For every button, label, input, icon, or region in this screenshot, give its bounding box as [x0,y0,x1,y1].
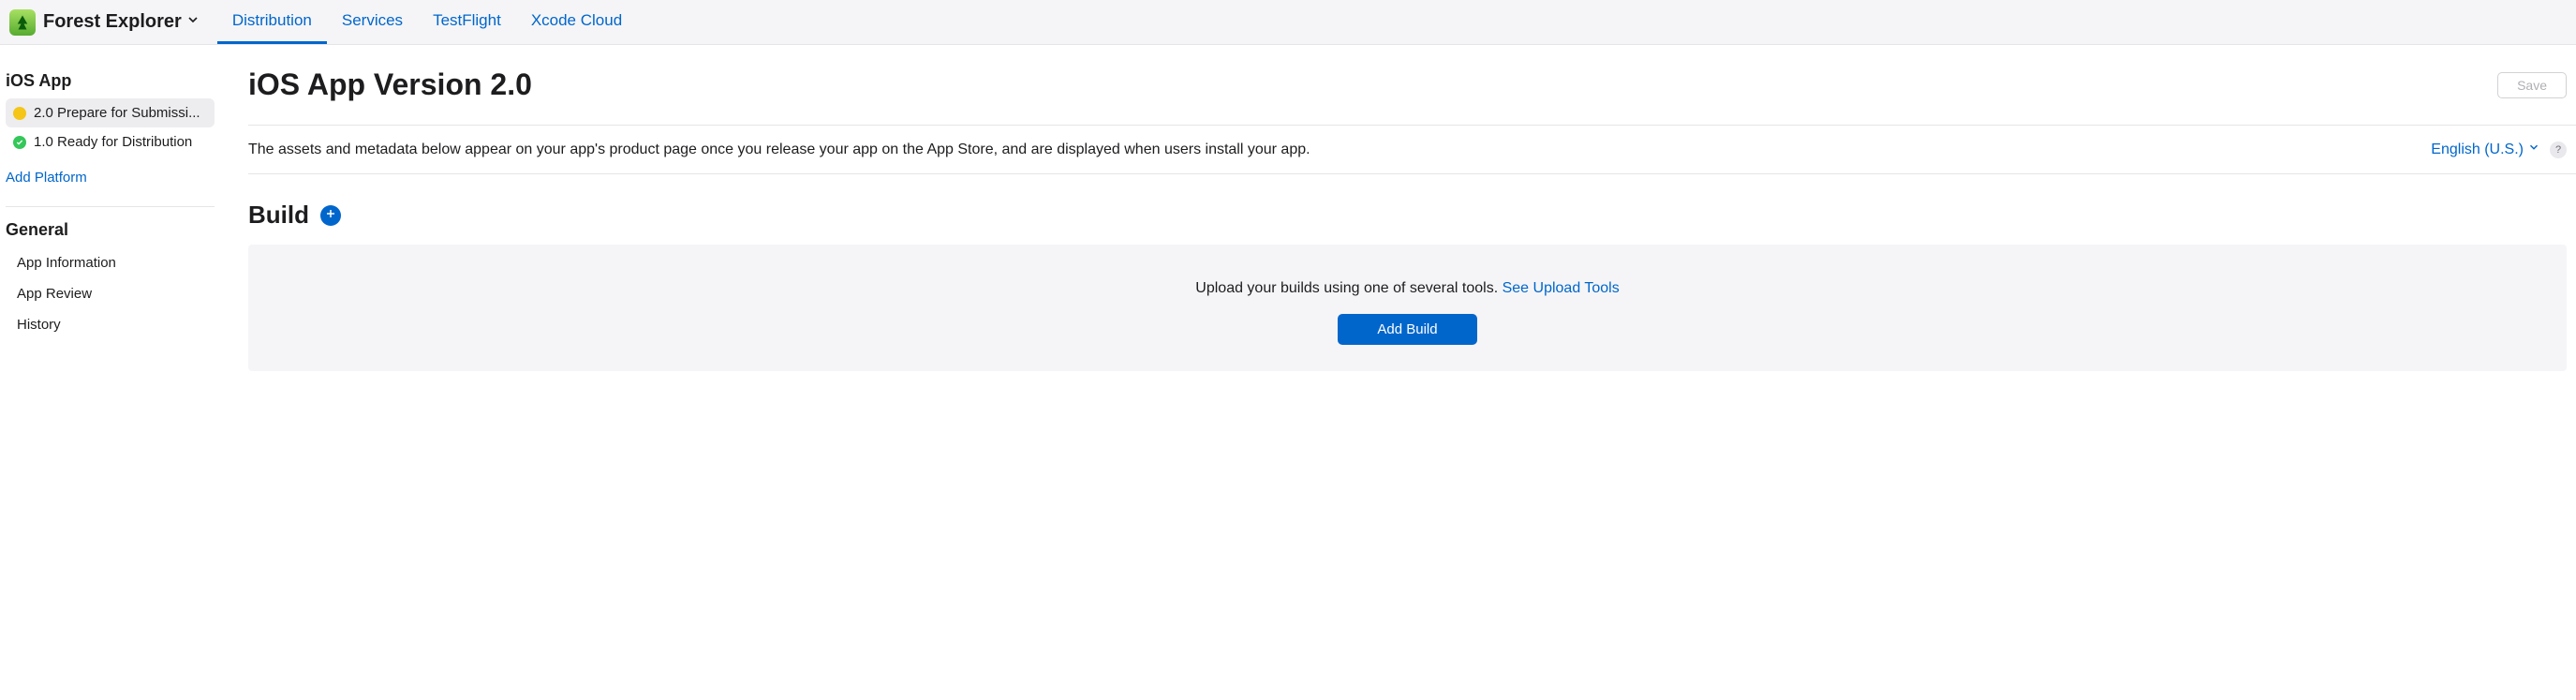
app-icon [9,9,36,36]
see-upload-tools-link[interactable]: See Upload Tools [1503,280,1620,296]
page-header: iOS App Version 2.0 Save [248,67,2576,102]
info-row: The assets and metadata below appear on … [248,125,2576,174]
build-section-title: Build [248,201,309,230]
sidebar-item-app-information[interactable]: App Information [6,247,215,278]
add-build-icon-button[interactable] [320,205,341,226]
tab-testflight[interactable]: TestFlight [418,0,516,44]
build-panel: Upload your builds using one of several … [248,245,2567,371]
nav-tabs: Distribution Services TestFlight Xcode C… [217,0,637,44]
language-dropdown[interactable]: English (U.S.) [2431,141,2540,158]
sidebar: iOS App 2.0 Prepare for Submissi... 1.0 … [0,45,220,371]
tab-distribution[interactable]: Distribution [217,0,327,44]
sidebar-platform-heading: iOS App [6,71,215,98]
main-content: iOS App Version 2.0 Save The assets and … [220,45,2576,371]
tab-xcode-cloud[interactable]: Xcode Cloud [516,0,637,44]
top-bar: Forest Explorer Distribution Services Te… [0,0,2576,45]
language-label: English (U.S.) [2431,141,2524,158]
sidebar-version-item[interactable]: 1.0 Ready for Distribution [6,127,215,156]
build-instructions: Upload your builds using one of several … [248,280,2567,297]
sidebar-version-item[interactable]: 2.0 Prepare for Submissi... [6,98,215,127]
save-button[interactable]: Save [2497,72,2567,98]
sidebar-divider [6,206,215,207]
build-upload-text: Upload your builds using one of several … [1195,280,1502,296]
help-icon[interactable]: ? [2550,141,2567,158]
info-text: The assets and metadata below appear on … [248,141,1310,158]
sidebar-item-history[interactable]: History [6,309,215,340]
sidebar-item-app-review[interactable]: App Review [6,278,215,309]
sidebar-version-label: 2.0 Prepare for Submissi... [34,105,200,121]
status-ready-icon [13,136,26,149]
page-title: iOS App Version 2.0 [248,67,532,102]
chevron-down-icon [185,12,200,32]
add-platform-link[interactable]: Add Platform [6,156,215,193]
sidebar-version-label: 1.0 Ready for Distribution [34,134,192,150]
tab-services[interactable]: Services [327,0,418,44]
sidebar-general-heading: General [6,220,215,247]
app-switcher[interactable]: Forest Explorer [43,11,200,33]
add-build-button[interactable]: Add Build [1338,314,1476,345]
chevron-down-icon [2527,141,2540,158]
build-section-header: Build [248,201,2576,230]
app-name: Forest Explorer [43,11,182,33]
language-picker: English (U.S.) ? [2431,141,2567,158]
plus-icon [325,207,336,224]
status-pending-icon [13,107,26,120]
